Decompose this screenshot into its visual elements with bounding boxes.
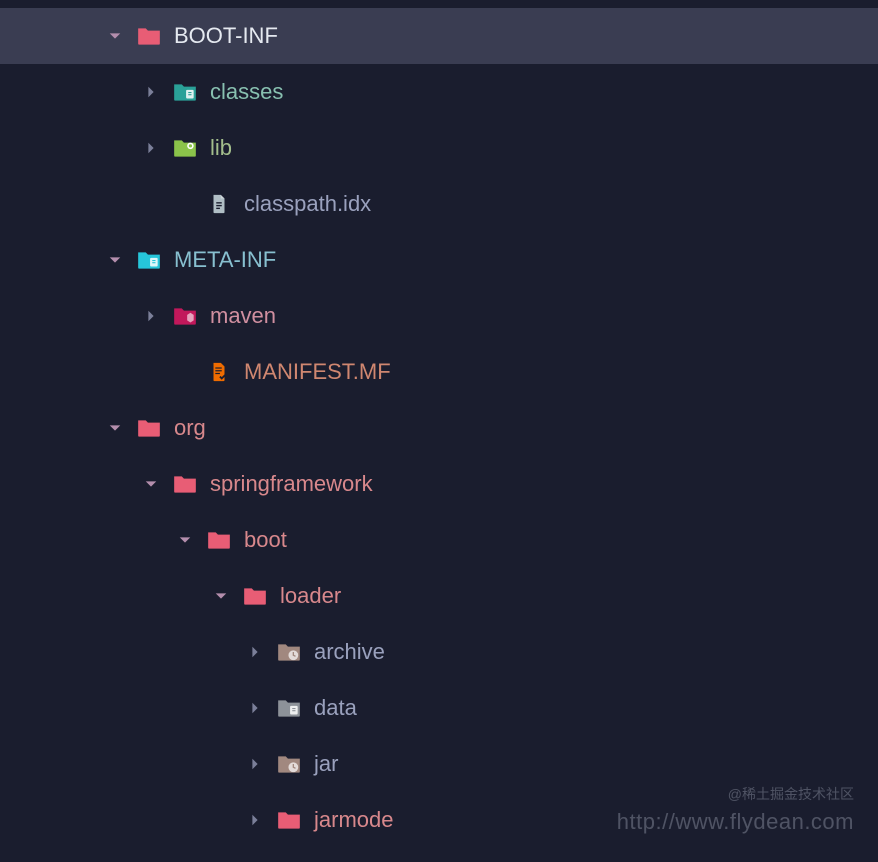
folder-icon bbox=[172, 135, 198, 161]
folder-icon bbox=[136, 23, 162, 49]
item-label: lib bbox=[210, 135, 232, 161]
chevron-down-icon bbox=[178, 533, 192, 547]
item-label: classes bbox=[210, 79, 283, 105]
tree-item-meta-inf[interactable]: META-INF bbox=[0, 232, 878, 288]
tree-item-manifest-mf[interactable]: MANIFEST.MF bbox=[0, 344, 878, 400]
spacer bbox=[178, 365, 192, 379]
watermark-url: http://www.flydean.com bbox=[617, 805, 854, 838]
item-label: maven bbox=[210, 303, 276, 329]
folder-clock-icon bbox=[276, 751, 302, 777]
tree-item-loader[interactable]: loader bbox=[0, 568, 878, 624]
folder-icon bbox=[136, 415, 162, 441]
item-label: org bbox=[174, 415, 206, 441]
tree-item-springframework[interactable]: springframework bbox=[0, 456, 878, 512]
watermark-attribution: @稀土掘金技术社区 bbox=[617, 784, 854, 805]
folder-icon bbox=[172, 471, 198, 497]
chevron-down-icon bbox=[214, 589, 228, 603]
item-label: archive bbox=[314, 639, 385, 665]
chevron-right-icon bbox=[248, 757, 262, 771]
chevron-down-icon bbox=[144, 477, 158, 491]
item-label: loader bbox=[280, 583, 341, 609]
tree-item-org[interactable]: org bbox=[0, 400, 878, 456]
chevron-down-icon bbox=[108, 29, 122, 43]
chevron-right-icon bbox=[248, 701, 262, 715]
item-label: BOOT-INF bbox=[174, 23, 278, 49]
file-tree: BOOT-INF classes lib classpath.idx META-… bbox=[0, 0, 878, 848]
tree-item-boot-inf[interactable]: BOOT-INF bbox=[0, 8, 878, 64]
file-icon bbox=[206, 191, 232, 217]
chevron-right-icon bbox=[144, 141, 158, 155]
folder-icon bbox=[136, 247, 162, 273]
tree-item-classpath-idx[interactable]: classpath.idx bbox=[0, 176, 878, 232]
chevron-down-icon bbox=[108, 421, 122, 435]
folder-clock-icon bbox=[276, 639, 302, 665]
watermark: @稀土掘金技术社区 http://www.flydean.com bbox=[617, 784, 854, 838]
chevron-right-icon bbox=[248, 813, 262, 827]
item-label: META-INF bbox=[174, 247, 276, 273]
folder-icon bbox=[242, 583, 268, 609]
tree-item-maven[interactable]: maven bbox=[0, 288, 878, 344]
tree-item-archive[interactable]: archive bbox=[0, 624, 878, 680]
item-label: boot bbox=[244, 527, 287, 553]
folder-icon bbox=[276, 807, 302, 833]
file-check-icon bbox=[206, 359, 232, 385]
chevron-down-icon bbox=[108, 253, 122, 267]
folder-icon bbox=[206, 527, 232, 553]
folder-icon bbox=[172, 303, 198, 329]
item-label: MANIFEST.MF bbox=[244, 359, 391, 385]
item-label: jar bbox=[314, 751, 338, 777]
item-label: springframework bbox=[210, 471, 373, 497]
chevron-right-icon bbox=[248, 645, 262, 659]
tree-item-boot[interactable]: boot bbox=[0, 512, 878, 568]
item-label: classpath.idx bbox=[244, 191, 371, 217]
folder-icon bbox=[276, 695, 302, 721]
tree-item-lib[interactable]: lib bbox=[0, 120, 878, 176]
tree-item-classes[interactable]: classes bbox=[0, 64, 878, 120]
item-label: data bbox=[314, 695, 357, 721]
folder-icon bbox=[172, 79, 198, 105]
item-label: jarmode bbox=[314, 807, 393, 833]
chevron-right-icon bbox=[144, 309, 158, 323]
tree-item-data[interactable]: data bbox=[0, 680, 878, 736]
chevron-right-icon bbox=[144, 85, 158, 99]
spacer bbox=[178, 197, 192, 211]
